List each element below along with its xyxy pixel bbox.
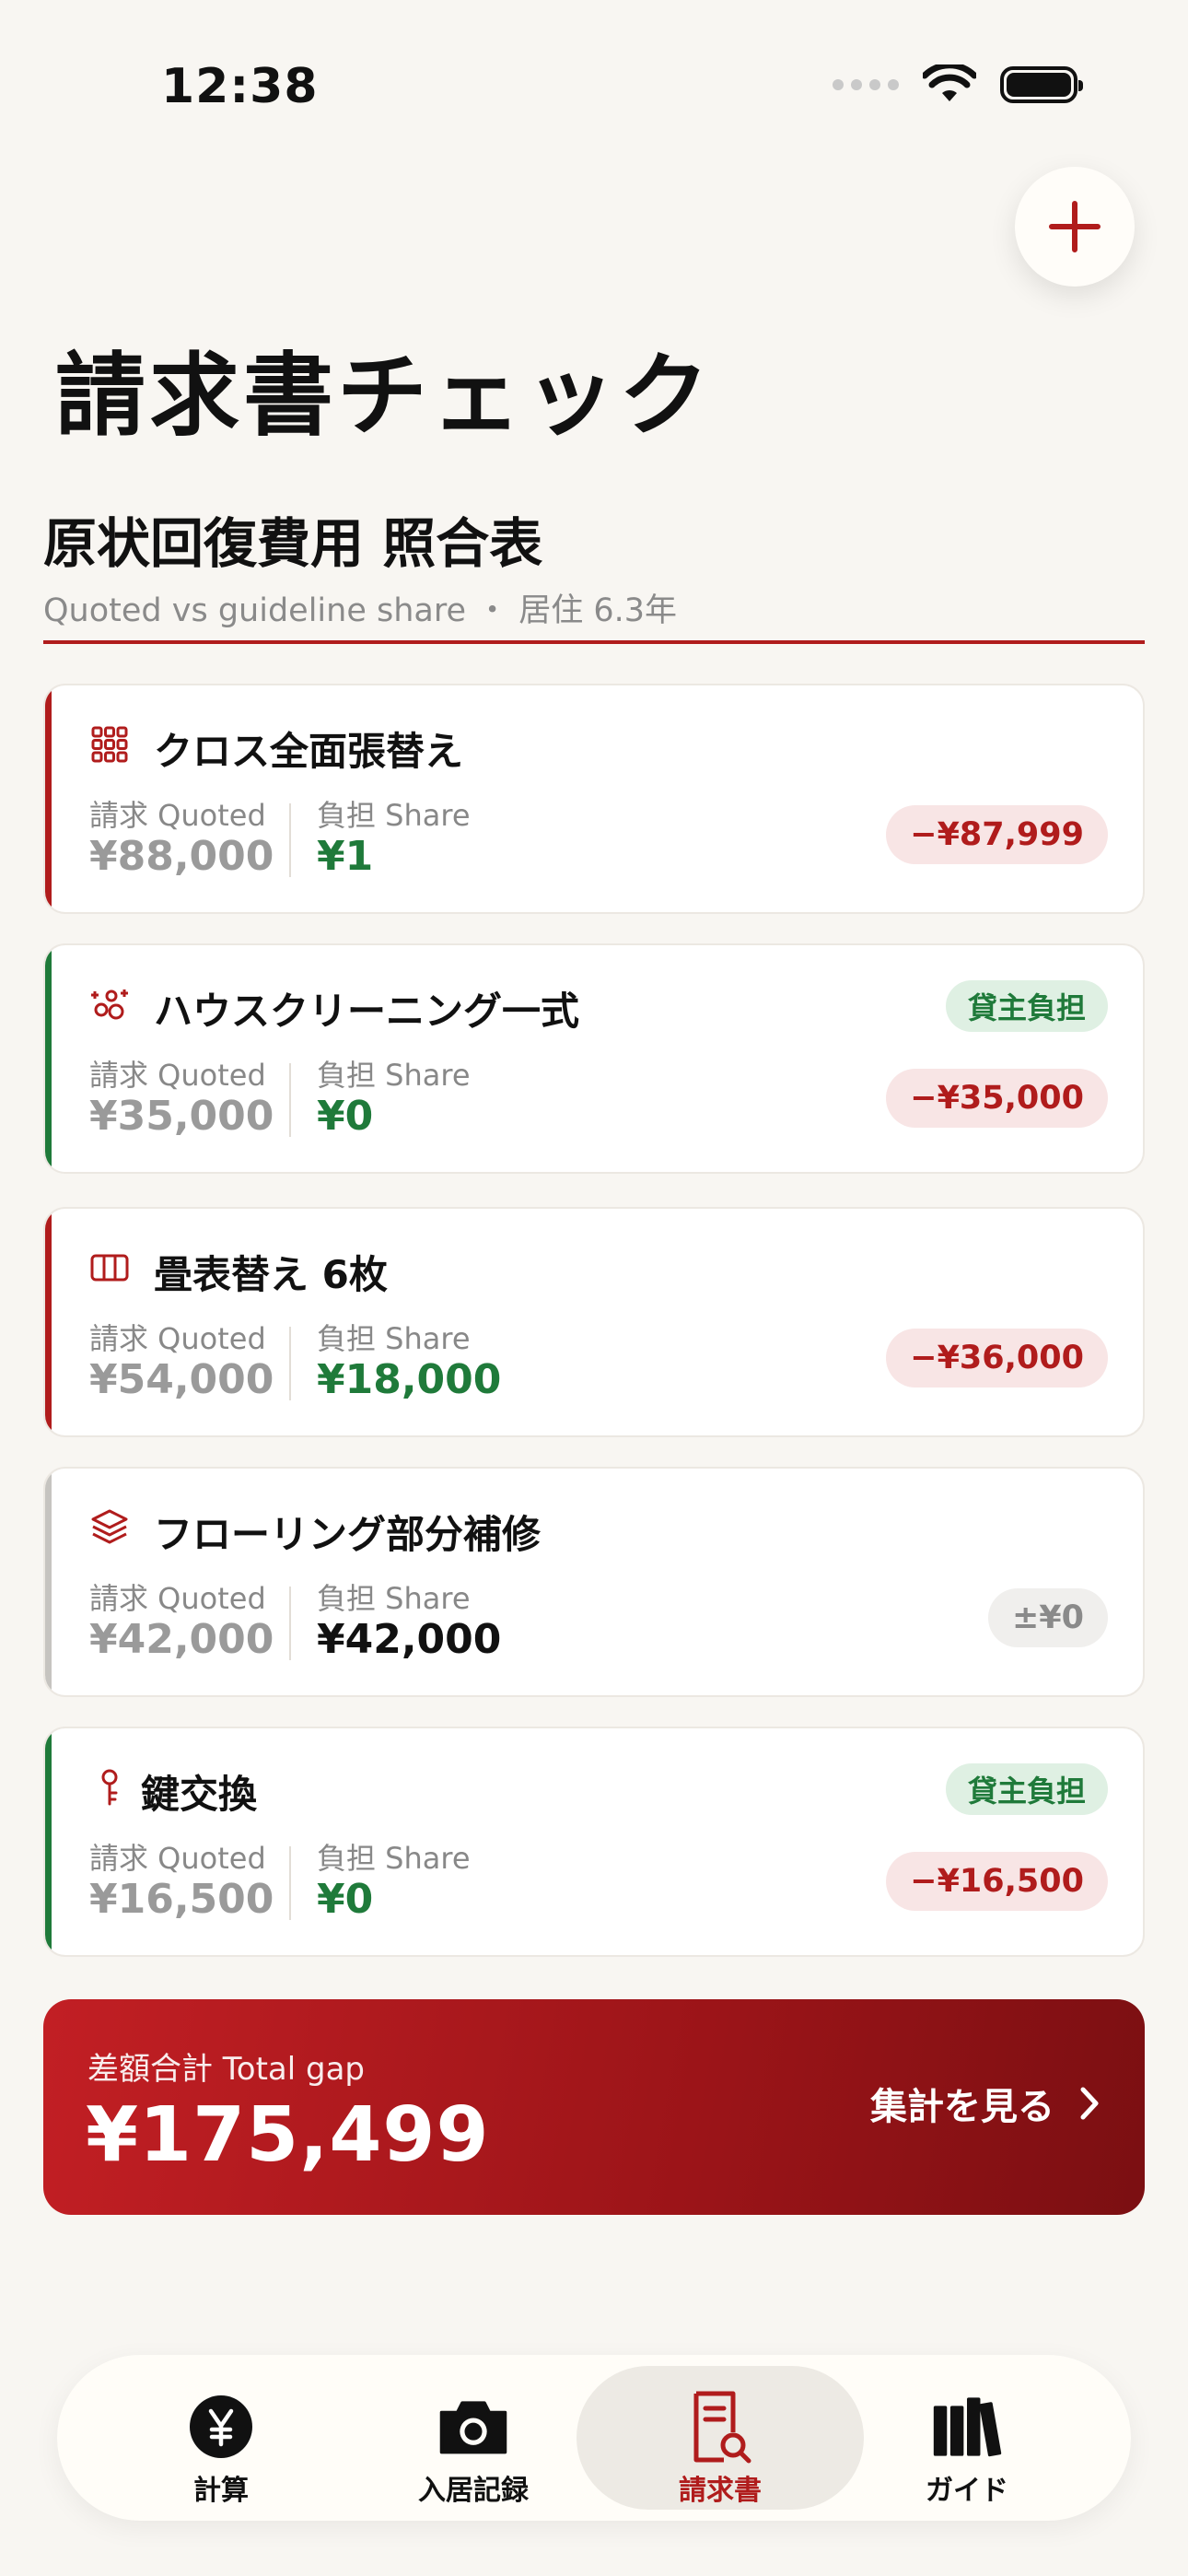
tatami-icon — [90, 1254, 129, 1282]
grid-icon — [91, 726, 128, 763]
item-title: 畳表替え 6枚 — [154, 1252, 388, 1297]
landlord-burden-badge: 貸主負担 — [945, 980, 1108, 1032]
quoted-value: ¥88,000 — [89, 833, 274, 880]
line-item-card[interactable]: ハウスクリーニング一式 貸主負担 請求 Quoted ¥35,000 負担 Sh… — [43, 943, 1145, 1174]
share-value: ¥0 — [317, 1093, 374, 1140]
quoted-value: ¥54,000 — [89, 1356, 274, 1403]
column-divider — [289, 803, 291, 877]
add-button[interactable] — [1015, 167, 1135, 287]
column-divider — [289, 1327, 291, 1400]
share-value: ¥1 — [317, 833, 374, 880]
item-title: 鍵交換 — [141, 1772, 258, 1817]
share-label: 負担 Share — [317, 1321, 471, 1356]
column-divider — [289, 1063, 291, 1137]
total-gap-label: 差額合計 Total gap — [87, 2051, 366, 2088]
line-item-card[interactable]: クロス全面張替え 請求 Quoted ¥88,000 負担 Share ¥1 −… — [43, 684, 1145, 914]
wifi-icon — [923, 64, 976, 101]
share-value: ¥42,000 — [317, 1616, 502, 1663]
section-title: 原状回復費用 照合表 — [43, 512, 543, 575]
diff-badge: −¥16,500 — [886, 1852, 1108, 1911]
column-divider — [289, 1846, 291, 1920]
line-item-card[interactable]: フローリング部分補修 請求 Quoted ¥42,000 負担 Share ¥4… — [43, 1467, 1145, 1697]
view-summary-label: 集計を見る — [870, 2086, 1054, 2128]
tab-label: 計算 — [193, 2475, 249, 2507]
share-label: 負担 Share — [317, 1058, 471, 1093]
line-item-card[interactable]: 畳表替え 6枚 請求 Quoted ¥54,000 負担 Share ¥18,0… — [43, 1207, 1145, 1437]
tab-invoice[interactable]: 請求書 — [577, 2366, 864, 2510]
card-accent — [45, 1728, 52, 1955]
item-title: クロス全面張替え — [154, 729, 464, 774]
invoice-search-icon — [685, 2391, 755, 2464]
share-value: ¥18,000 — [317, 1356, 502, 1403]
share-label: 負担 Share — [317, 798, 471, 833]
quoted-value: ¥35,000 — [89, 1093, 274, 1140]
diff-badge: ±¥0 — [987, 1588, 1108, 1647]
books-icon — [932, 2392, 1002, 2462]
quoted-value: ¥42,000 — [89, 1616, 274, 1663]
tab-bar: 計算 入居記録 請求書 ガイド — [57, 2355, 1131, 2521]
chevron-right-icon — [1080, 2087, 1099, 2120]
tab-calculate[interactable]: 計算 — [77, 2366, 365, 2510]
diff-badge: −¥36,000 — [886, 1329, 1108, 1388]
key-icon — [101, 1769, 118, 1806]
tab-label: 請求書 — [679, 2475, 762, 2507]
yen-icon — [186, 2392, 256, 2462]
card-accent — [45, 1469, 52, 1695]
status-icons — [833, 64, 1083, 105]
view-summary-link[interactable]: 集計を見る — [870, 2077, 1101, 2130]
tab-guide[interactable]: ガイド — [823, 2366, 1111, 2510]
layers-icon — [91, 1509, 128, 1544]
quoted-label: 請求 Quoted — [89, 1841, 266, 1876]
card-accent — [45, 685, 52, 912]
tab-label: ガイド — [926, 2475, 1008, 2507]
total-gap-banner[interactable]: 差額合計 Total gap ¥175,499 集計を見る — [43, 1999, 1145, 2215]
status-time: 12:38 — [161, 59, 319, 114]
landlord-burden-badge: 貸主負担 — [945, 1763, 1108, 1815]
share-label: 負担 Share — [317, 1581, 471, 1616]
cellular-signal-icon — [833, 79, 899, 90]
quoted-label: 請求 Quoted — [89, 1321, 266, 1356]
tab-label: 入居記録 — [418, 2475, 529, 2507]
sparkles-icon — [91, 989, 128, 1020]
page-title: 請求書チェック — [55, 344, 714, 449]
quoted-label: 請求 Quoted — [89, 1058, 266, 1093]
card-accent — [45, 1209, 52, 1435]
share-label: 負担 Share — [317, 1841, 471, 1876]
battery-icon — [1000, 66, 1083, 103]
line-item-card[interactable]: 鍵交換 貸主負担 請求 Quoted ¥16,500 負担 Share ¥0 −… — [43, 1727, 1145, 1957]
plus-icon — [1049, 201, 1101, 252]
section-divider — [43, 640, 1145, 644]
card-accent — [45, 945, 52, 1172]
quoted-value: ¥16,500 — [89, 1876, 274, 1923]
section-subtitle: Quoted vs guideline share ・ 居住 6.3年 — [43, 592, 678, 629]
diff-badge: −¥87,999 — [886, 805, 1108, 864]
camera-icon — [438, 2392, 508, 2462]
diff-badge: −¥35,000 — [886, 1069, 1108, 1128]
quoted-label: 請求 Quoted — [89, 1581, 266, 1616]
item-title: フローリング部分補修 — [154, 1512, 542, 1557]
share-value: ¥0 — [317, 1876, 374, 1923]
column-divider — [289, 1587, 291, 1660]
tab-move-in-record[interactable]: 入居記録 — [330, 2366, 617, 2510]
quoted-label: 請求 Quoted — [89, 798, 266, 833]
total-gap-value: ¥175,499 — [86, 2091, 490, 2179]
item-title: ハウスクリーニング一式 — [154, 989, 580, 1034]
screen: 12:38 請求書チェック 原状回復費用 照合表 Quoted vs guide… — [0, 0, 1188, 2576]
